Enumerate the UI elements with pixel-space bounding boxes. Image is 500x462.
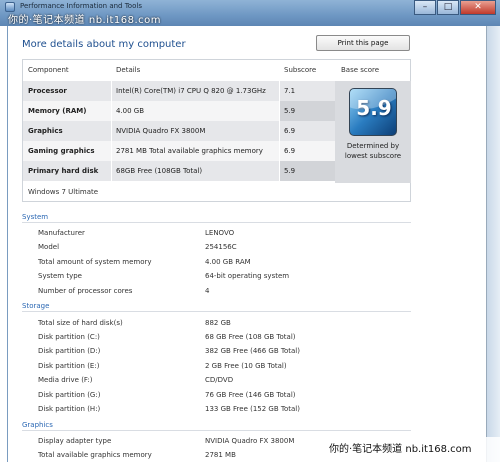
property-value: 4.00 GB RAM — [205, 258, 251, 266]
section-heading-storage: Storage — [22, 302, 50, 310]
column-divider — [111, 60, 112, 183]
subscore-cell: 7.1 — [279, 81, 335, 101]
property-value: 64-bit operating system — [205, 272, 290, 280]
base-score-value: 5.9 — [356, 96, 392, 120]
property-label: Disk partition (C:) — [38, 333, 100, 341]
details-cell: NVIDIA Quadro FX 3800M — [111, 121, 279, 141]
property-label: System type — [38, 272, 82, 280]
property-value: 68 GB Free (108 GB Total) — [205, 333, 296, 341]
details-cell: 4.00 GB — [111, 101, 279, 121]
base-caption-line-2: lowest subscore — [344, 152, 402, 160]
minimize-button[interactable]: – — [414, 0, 436, 15]
component-cell: Processor — [23, 81, 111, 101]
property-value: 254156C — [205, 243, 237, 251]
property-value: 2781 MB — [205, 451, 236, 459]
property-value: 882 GB — [205, 319, 231, 327]
base-caption-line-1: Determined by — [346, 142, 400, 150]
close-button[interactable]: ✕ — [460, 0, 496, 15]
os-edition: Windows 7 Ultimate — [28, 188, 99, 196]
component-cell: Gaming graphics — [23, 141, 111, 161]
property-label: Display adapter type — [38, 437, 112, 445]
property-label: Model — [38, 243, 60, 251]
window-controls: – □ ✕ — [413, 0, 496, 15]
header-details: Details — [116, 66, 141, 74]
base-score-badge: 5.9 — [349, 88, 397, 136]
details-cell: 2781 MB Total available graphics memory — [111, 141, 279, 161]
property-label: Total amount of system memory — [38, 258, 152, 266]
watermark-top: 你的·笔记本频道 nb.it168.com — [8, 15, 162, 26]
property-value: 382 GB Free (466 GB Total) — [205, 347, 300, 355]
subscore-cell: 5.9 — [279, 101, 335, 121]
component-cell: Primary hard disk — [23, 161, 111, 181]
property-value: 76 GB Free (146 GB Total) — [205, 391, 296, 399]
subscore-cell: 6.9 — [279, 141, 335, 161]
base-score-panel: 5.9 Determined by lowest subscore — [335, 81, 411, 183]
property-value: 4 — [205, 287, 210, 295]
column-divider — [279, 60, 280, 183]
section-divider — [22, 430, 411, 431]
vertical-scrollbar[interactable] — [486, 26, 500, 462]
property-label: Disk partition (H:) — [38, 405, 101, 413]
section-heading-graphics: Graphics — [22, 421, 53, 429]
section-divider — [22, 311, 411, 312]
subscore-cell: 6.9 — [279, 121, 335, 141]
property-label: Total size of hard disk(s) — [38, 319, 123, 327]
section-heading-system: System — [22, 213, 49, 221]
section-divider — [22, 222, 411, 223]
property-label: Disk partition (D:) — [38, 347, 101, 355]
property-label: Disk partition (E:) — [38, 362, 100, 370]
subscore-cell: 5.9 — [279, 161, 335, 181]
header-subscore: Subscore — [284, 66, 317, 74]
print-button[interactable]: Print this page — [316, 35, 410, 51]
property-label: Media drive (F:) — [38, 376, 93, 384]
property-value: 133 GB Free (152 GB Total) — [205, 405, 300, 413]
score-table: Component Details Subscore Base score Pr… — [22, 59, 411, 202]
property-value: LENOVO — [205, 229, 235, 237]
content-area: More details about my computer Print thi… — [7, 26, 486, 462]
watermark-bottom: 你的·笔记本频道 nb.it168.com — [303, 437, 500, 462]
header-component: Component — [28, 66, 69, 74]
page-title: More details about my computer — [22, 39, 186, 50]
title-bar: Performance Information and Tools 你的·笔记本… — [0, 0, 500, 26]
property-value: NVIDIA Quadro FX 3800M — [205, 437, 295, 445]
component-cell: Memory (RAM) — [23, 101, 111, 121]
property-label: Number of processor cores — [38, 287, 133, 295]
property-label: Manufacturer — [38, 229, 85, 237]
component-cell: Graphics — [23, 121, 111, 141]
details-cell: 68GB Free (108GB Total) — [111, 161, 279, 181]
details-cell: Intel(R) Core(TM) i7 CPU Q 820 @ 1.73GHz — [111, 81, 279, 101]
property-value: 2 GB Free (10 GB Total) — [205, 362, 287, 370]
property-value: CD/DVD — [205, 376, 234, 384]
property-label: Disk partition (G:) — [38, 391, 101, 399]
property-label: Total available graphics memory — [38, 451, 152, 459]
maximize-button[interactable]: □ — [437, 0, 459, 15]
base-score-caption: Determined by lowest subscore — [335, 141, 411, 161]
header-base-score: Base score — [341, 66, 380, 74]
window-title: Performance Information and Tools — [20, 2, 142, 10]
